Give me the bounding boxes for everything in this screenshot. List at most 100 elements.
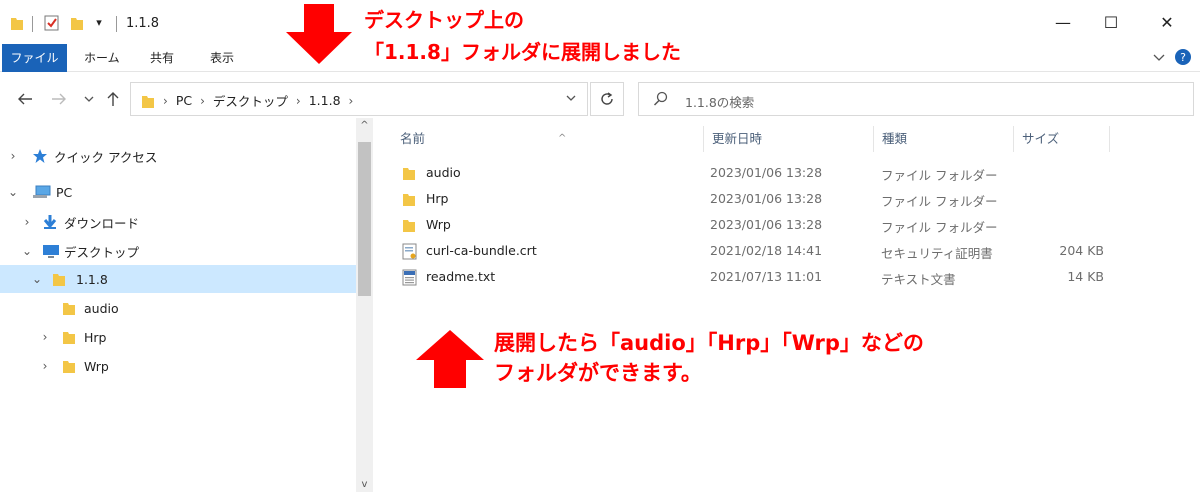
sort-ascending-icon: ^ <box>558 133 567 144</box>
chevron-right-icon[interactable]: › <box>200 94 205 108</box>
annotation-bottom-line2: フォルダができます。 <box>494 361 702 385</box>
scrollbar-thumb[interactable] <box>358 142 371 296</box>
text-file-icon <box>402 269 417 286</box>
folder-icon <box>11 18 23 30</box>
annotation-bottom: 展開したら「audio」「Hrp」「Wrp」などの フォルダができます。 <box>494 328 924 388</box>
folder-icon <box>63 332 75 344</box>
sidebar-item-desktop[interactable]: ⌄ デスクトップ <box>0 237 356 265</box>
recent-locations-button[interactable] <box>78 88 100 110</box>
sidebar-item-wrp[interactable]: › Wrp <box>0 352 356 380</box>
breadcrumb-desktop[interactable]: デスクトップ <box>213 91 288 110</box>
file-date: 2023/01/06 13:28 <box>710 191 823 206</box>
new-folder-icon[interactable] <box>70 15 84 31</box>
table-row[interactable]: audio 2023/01/06 13:28 ファイル フォルダー <box>394 161 1114 187</box>
sidebar-item-label: ダウンロード <box>64 215 140 231</box>
file-date: 2021/07/13 11:01 <box>710 269 823 284</box>
folder-icon <box>403 168 415 180</box>
file-type: ファイル フォルダー <box>881 168 998 183</box>
chevron-right-icon[interactable]: › <box>38 330 52 344</box>
download-icon <box>43 215 57 229</box>
sidebar-item-hrp[interactable]: › Hrp <box>0 323 356 351</box>
file-list: 名前 ^ 更新日時 種類 サイズ audio 2023/01/06 13:28 … <box>374 118 1200 492</box>
chevron-right-icon[interactable]: › <box>20 215 34 229</box>
table-row[interactable]: readme.txt 2021/07/13 11:01 テキスト文書 14 KB <box>394 265 1114 291</box>
breadcrumb: › PC › デスクトップ › 1.1.8 › <box>141 91 353 110</box>
search-box[interactable]: 1.1.8の検索 <box>638 82 1194 116</box>
minimize-button[interactable]: — <box>1040 0 1086 44</box>
folder-icon <box>63 303 75 315</box>
sidebar-item-audio[interactable]: audio <box>0 294 356 322</box>
sidebar-item-1-1-8[interactable]: ⌄ 1.1.8 <box>0 265 356 293</box>
navigation-bar: › PC › デスクトップ › 1.1.8 › 1.1.8の検索 <box>0 80 1200 118</box>
tab-view[interactable]: 表示 <box>200 44 244 72</box>
sidebar-item-quick-access[interactable]: › クイック アクセス <box>0 142 356 170</box>
sidebar-item-pc[interactable]: ⌄ PC <box>0 178 356 206</box>
column-header-date[interactable]: 更新日時 <box>704 126 874 152</box>
sidebar-item-label: PC <box>56 184 73 200</box>
sidebar-item-label: デスクトップ <box>64 244 140 260</box>
divider <box>116 16 117 32</box>
chevron-right-icon[interactable]: › <box>6 149 20 163</box>
sidebar-scrollbar[interactable]: ^ v <box>356 118 373 492</box>
window-title: 1.1.8 <box>126 16 160 31</box>
sidebar-item-label: audio <box>84 300 119 316</box>
chevron-down-icon[interactable]: ⌄ <box>6 185 20 199</box>
search-icon <box>653 91 668 106</box>
column-header-size[interactable]: サイズ <box>1014 126 1110 152</box>
breadcrumb-current[interactable]: 1.1.8 <box>309 93 341 108</box>
file-name: readme.txt <box>426 269 496 284</box>
scroll-up-arrow[interactable]: ^ <box>356 120 373 131</box>
file-type: テキスト文書 <box>881 272 956 287</box>
table-row[interactable]: curl-ca-bundle.crt 2021/02/18 14:41 セキュリ… <box>394 239 1114 265</box>
pc-icon <box>33 185 51 198</box>
back-button[interactable] <box>14 88 36 110</box>
refresh-button[interactable] <box>590 82 624 116</box>
address-bar[interactable]: › PC › デスクトップ › 1.1.8 › <box>130 82 588 116</box>
sidebar-item-label: 1.1.8 <box>76 271 108 287</box>
chevron-down-icon[interactable]: ⌄ <box>30 272 44 286</box>
annotation-top-line2: 「1.1.8」フォルダに展開しました <box>364 40 681 64</box>
star-icon <box>33 149 47 163</box>
folder-icon <box>403 194 415 206</box>
chevron-down-icon[interactable]: ⌄ <box>20 244 34 258</box>
address-dropdown[interactable] <box>565 92 577 106</box>
folder-icon <box>403 220 415 232</box>
navigation-pane: › クイック アクセス ⌄ PC › ダウンロード ⌄ デスクトップ ⌄ 1.1… <box>0 118 356 492</box>
arrow-down-icon <box>286 4 352 64</box>
arrow-up-icon <box>107 92 119 106</box>
sidebar-item-label: Wrp <box>84 358 109 374</box>
divider <box>32 16 33 32</box>
arrow-right-icon <box>52 93 66 105</box>
chevron-down-icon[interactable] <box>1152 50 1166 64</box>
tab-file[interactable]: ファイル <box>2 44 67 72</box>
forward-button[interactable] <box>48 88 70 110</box>
scroll-down-arrow[interactable]: v <box>356 479 373 490</box>
chevron-right-icon[interactable]: › <box>163 94 168 108</box>
sidebar-item-downloads[interactable]: › ダウンロード <box>0 208 356 236</box>
help-icon[interactable]: ? <box>1174 48 1192 66</box>
file-size: 14 KB <box>1067 269 1104 284</box>
column-header-label: 名前 <box>400 131 426 146</box>
tab-home[interactable]: ホーム <box>74 44 130 72</box>
svg-text:?: ? <box>1180 51 1186 64</box>
chevron-right-icon[interactable]: › <box>296 94 301 108</box>
folder-icon <box>142 95 154 108</box>
folder-icon <box>53 274 65 286</box>
customize-toolbar-dropdown[interactable]: ▾ <box>88 0 110 44</box>
table-row[interactable]: Wrp 2023/01/06 13:28 ファイル フォルダー <box>394 213 1114 239</box>
file-name: Wrp <box>426 217 451 232</box>
properties-icon[interactable] <box>44 15 60 31</box>
column-header-type[interactable]: 種類 <box>874 126 1014 152</box>
chevron-right-icon[interactable]: › <box>349 94 354 108</box>
table-row[interactable]: Hrp 2023/01/06 13:28 ファイル フォルダー <box>394 187 1114 213</box>
column-header-name[interactable]: 名前 ^ <box>392 126 704 152</box>
search-input[interactable]: 1.1.8の検索 <box>685 92 754 111</box>
annotation-bottom-line1: 展開したら「audio」「Hrp」「Wrp」などの <box>494 331 924 355</box>
up-button[interactable] <box>102 88 124 110</box>
chevron-right-icon[interactable]: › <box>38 359 52 373</box>
maximize-button[interactable]: ☐ <box>1088 0 1134 44</box>
breadcrumb-pc[interactable]: PC <box>176 93 192 108</box>
tab-share[interactable]: 共有 <box>140 44 184 72</box>
file-type: ファイル フォルダー <box>881 194 998 209</box>
close-button[interactable]: ✕ <box>1144 0 1190 44</box>
